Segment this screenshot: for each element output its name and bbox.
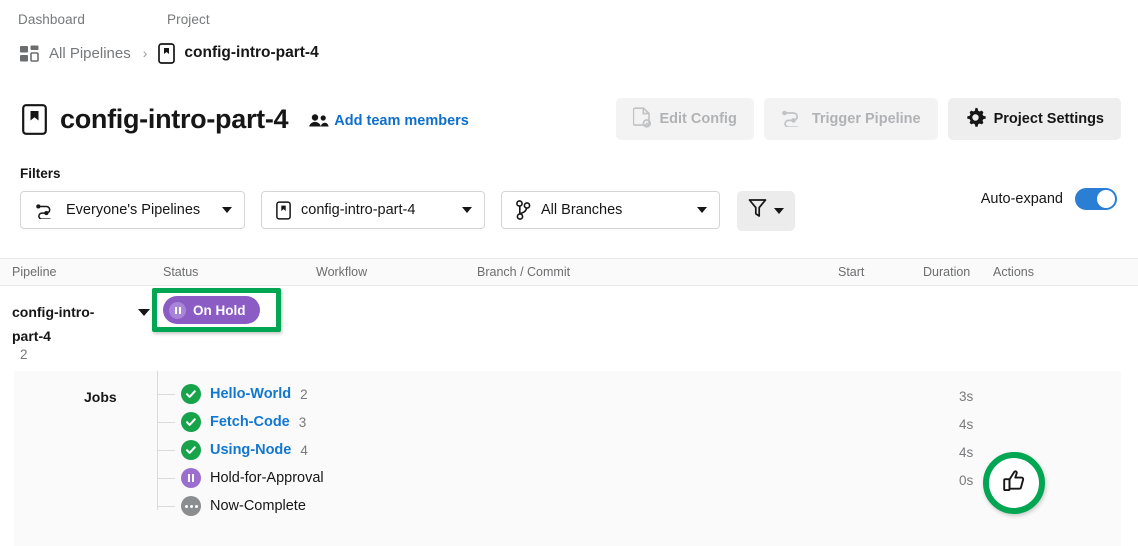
- tree-tick: [157, 506, 175, 507]
- edit-config-label: Edit Config: [659, 111, 737, 127]
- job-name: Now-Complete: [210, 498, 306, 514]
- tree-tick: [157, 422, 175, 423]
- job-status-blocked-icon: [181, 496, 201, 516]
- document-gear-icon: [632, 106, 652, 132]
- jobs-panel: Jobs Hello-World 2 Fetch-Code 3 Using-No…: [14, 371, 1121, 546]
- job-duration: 0s: [959, 473, 974, 488]
- list-item: Fetch-Code 3: [157, 408, 333, 436]
- column-header-start: Start: [838, 265, 865, 279]
- chevron-down-icon: [462, 207, 472, 213]
- list-item: Hello-World 2: [157, 380, 333, 408]
- tree-tick: [157, 450, 175, 451]
- breadcrumb-all-pipelines-link[interactable]: All Pipelines: [49, 45, 131, 62]
- auto-expand-control: Auto-expand: [981, 188, 1117, 210]
- toggle-knob: [1097, 190, 1115, 208]
- column-header-duration: Duration: [923, 265, 971, 279]
- auto-expand-toggle[interactable]: [1075, 188, 1117, 210]
- job-status-success-icon: [181, 440, 201, 460]
- chevron-down-icon: [697, 207, 707, 213]
- jobs-label: Jobs: [84, 389, 117, 405]
- branch-filter-value: All Branches: [541, 202, 623, 218]
- chevron-down-icon: [222, 207, 232, 213]
- list-item: Using-Node 4: [157, 436, 333, 464]
- job-number: 4: [300, 442, 308, 458]
- breadcrumb-separator-icon: ›: [142, 45, 148, 61]
- project-filter-value: config-intro-part-4: [301, 202, 416, 218]
- people-icon: [308, 113, 329, 129]
- column-header-status: Status: [163, 265, 199, 279]
- tree-tick: [157, 478, 175, 479]
- pause-icon: [169, 301, 186, 319]
- funnel-icon: [748, 198, 767, 224]
- owner-filter-select[interactable]: Everyone's Pipelines: [20, 191, 245, 229]
- job-name-link[interactable]: Using-Node: [210, 442, 291, 458]
- job-number: 2: [300, 386, 308, 402]
- pipeline-icon: [781, 108, 804, 130]
- page-title: config-intro-part-4: [60, 103, 289, 134]
- job-name-link[interactable]: Fetch-Code: [210, 414, 290, 430]
- page-header: config-intro-part-4 Add team members Edi…: [0, 96, 1138, 142]
- approve-job-button[interactable]: [983, 452, 1045, 514]
- page-header-left: config-intro-part-4 Add team members: [22, 96, 469, 142]
- column-header-pipeline: Pipeline: [12, 265, 57, 279]
- column-header-workflow: Workflow: [316, 265, 368, 279]
- auto-expand-label: Auto-expand: [980, 191, 1063, 207]
- advanced-filter-button[interactable]: [737, 191, 795, 231]
- page-header-actions: Edit Config Trigger Pipeline Project Set…: [615, 96, 1121, 142]
- edit-config-button[interactable]: Edit Config: [615, 98, 754, 140]
- list-item: Now-Complete: [157, 492, 333, 520]
- job-duration: 3s: [959, 389, 974, 404]
- job-name-link[interactable]: Hello-World: [210, 386, 291, 402]
- project-icon: [158, 42, 176, 64]
- branch-filter-select[interactable]: All Branches: [501, 191, 720, 229]
- gear-icon: [965, 107, 986, 131]
- job-number: 3: [298, 414, 307, 430]
- job-status-on-hold-icon: [181, 468, 201, 488]
- filters-label: Filters: [20, 166, 61, 181]
- pipeline-number: 2: [20, 347, 28, 362]
- add-team-members-label: Add team members: [334, 112, 469, 129]
- owner-filter-value: Everyone's Pipelines: [66, 202, 201, 218]
- project-icon: [276, 200, 291, 220]
- pipeline-icon: [35, 202, 56, 219]
- list-item: Hold-for-Approval: [157, 464, 333, 492]
- jobs-list: Hello-World 2 Fetch-Code 3 Using-Node 4 …: [157, 380, 333, 520]
- status-badge-label: On Hold: [193, 302, 246, 318]
- tree-tick: [157, 394, 175, 395]
- chevron-down-icon: [774, 208, 784, 214]
- status-badge[interactable]: On Hold: [163, 296, 260, 324]
- thumbs-up-icon: [1000, 467, 1028, 500]
- job-name: Hold-for-Approval: [210, 470, 324, 486]
- breadcrumb-label-project: Project: [167, 12, 210, 27]
- project-settings-button[interactable]: Project Settings: [947, 98, 1121, 140]
- job-duration: 4s: [959, 445, 974, 460]
- project-icon-large: [22, 103, 47, 135]
- job-duration: 4s: [959, 417, 974, 432]
- pipeline-name: config-intro-part-4: [12, 304, 95, 344]
- add-team-members-button[interactable]: Add team members: [308, 113, 469, 129]
- trigger-pipeline-button[interactable]: Trigger Pipeline: [763, 98, 938, 140]
- grid-icon: [20, 45, 39, 62]
- job-status-success-icon: [181, 412, 201, 432]
- branch-icon: [516, 200, 531, 220]
- job-status-success-icon: [181, 384, 201, 404]
- expand-pipeline-caret-icon[interactable]: [138, 309, 150, 316]
- column-header-actions: Actions: [993, 265, 1034, 279]
- breadcrumb-label-dashboard: Dashboard: [18, 12, 85, 27]
- pipelines-page: Dashboard Project All Pipelines › config…: [0, 0, 1138, 546]
- table-header: Pipeline Status Workflow Branch / Commit…: [0, 258, 1138, 286]
- project-filter-select[interactable]: config-intro-part-4: [261, 191, 485, 229]
- trigger-pipeline-label: Trigger Pipeline: [811, 111, 921, 127]
- project-settings-label: Project Settings: [993, 111, 1104, 127]
- breadcrumb-current-project: config-intro-part-4: [184, 44, 319, 61]
- column-header-branch-commit: Branch / Commit: [477, 265, 571, 279]
- breadcrumb: All Pipelines › config-intro-part-4: [0, 41, 319, 65]
- filters-row: Everyone's Pipelines config-intro-part-4: [20, 189, 795, 231]
